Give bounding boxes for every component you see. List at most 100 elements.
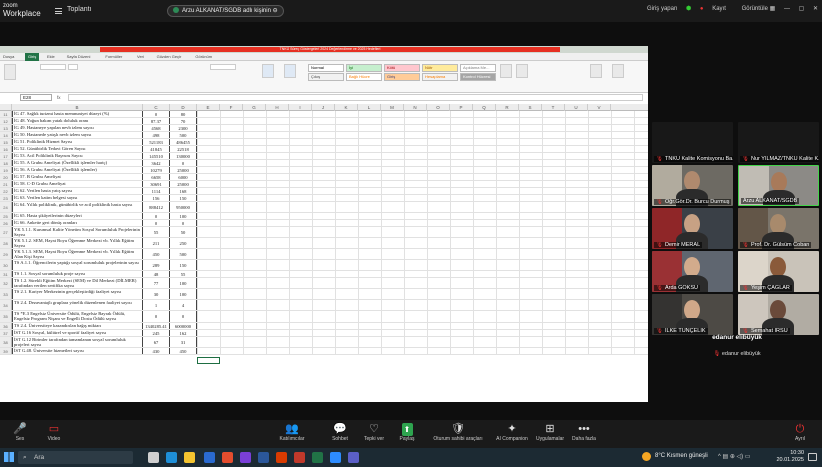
empty-cells[interactable] (197, 118, 648, 124)
screen-share-pill[interactable]: Arzu ALKANAT/SGDB adlı kişinin ⊖ (167, 5, 284, 17)
indicator-cell[interactable]: YK 5.1.2. SEM, Hayat Boyu Öğrenme Merkez… (12, 238, 143, 248)
font-size-select[interactable] (68, 64, 78, 70)
value-2024-cell[interactable]: 48 (143, 271, 170, 277)
control-ai-companion[interactable]: ✦ AI Companion (496, 423, 528, 442)
indicator-cell[interactable]: İG 48. Yoğun bakım yatak doluluk oranı (12, 118, 143, 124)
indicator-cell[interactable]: TS 2.1. Kariyer Merkezinin gerçekleştird… (12, 289, 143, 299)
empty-cells[interactable] (197, 238, 648, 248)
ribbon-tab[interactable]: Giriş (25, 53, 40, 61)
row-number[interactable]: 22 (0, 188, 12, 194)
value-2024-cell[interactable]: 498 (143, 132, 170, 138)
notification-icon[interactable] (808, 453, 817, 461)
cell-style-3[interactable]: Nötr (422, 64, 458, 72)
participant-tile[interactable]: 🎙 Öğr.Gör.Dr. Burcu Durmuş (652, 165, 733, 206)
cell-style-7[interactable]: Giriş (384, 73, 420, 81)
row-number[interactable]: 19 (0, 167, 12, 173)
indicator-cell[interactable]: İG 50. Hastanede yatışlı nevb izlem sayı… (12, 132, 143, 138)
edge-icon[interactable] (166, 452, 177, 463)
ribbon-tab[interactable]: Sayfa Düzeni (67, 54, 91, 59)
conditional-format-icon[interactable] (262, 64, 274, 78)
word-icon[interactable] (258, 452, 269, 463)
shield-icon[interactable]: ⬢ (686, 6, 691, 12)
row-number[interactable]: 28 (0, 238, 12, 248)
ribbon-tab[interactable]: Veri (137, 54, 144, 59)
row-number[interactable]: 32 (0, 278, 12, 288)
close-icon[interactable]: ✕ (813, 6, 818, 12)
control-katılımcılar[interactable]: 👥 Katılımcılar (276, 423, 308, 442)
empty-cells[interactable] (197, 195, 648, 201)
value-2024-cell[interactable]: 1114 (143, 188, 170, 194)
empty-cells[interactable] (197, 300, 648, 310)
column-header[interactable]: M (381, 104, 404, 111)
empty-cells[interactable] (197, 330, 648, 336)
empty-cells[interactable] (197, 181, 648, 187)
excel-icon[interactable] (312, 452, 323, 463)
control-uygulamalar[interactable]: ⊞ Uygulamalar (534, 423, 566, 442)
indicator-cell[interactable]: İG 62. Verilen hasta yatış sayısı (12, 188, 143, 194)
column-header[interactable]: K (335, 104, 358, 111)
empty-cells[interactable] (197, 188, 648, 194)
minimize-icon[interactable]: — (784, 6, 790, 12)
participant-tile[interactable]: 🎙 Semahat İRSU (738, 294, 819, 335)
record-button[interactable]: ● Kayıt (700, 6, 726, 12)
value-2024-cell[interactable]: 450 (143, 249, 170, 259)
row-number[interactable]: 30 (0, 260, 12, 270)
target-2025-cell[interactable]: 50 (170, 227, 197, 237)
value-2024-cell[interactable]: 10279 (143, 167, 170, 173)
column-header[interactable]: O (427, 104, 450, 111)
cell-style-5[interactable]: Çıkış (308, 73, 344, 81)
target-2025-cell[interactable]: 150 (170, 260, 197, 270)
indicator-cell[interactable]: İG 63. Verilen katim belgesi sayısı (12, 195, 143, 201)
row-number[interactable]: 35 (0, 311, 12, 322)
empty-cells[interactable] (197, 278, 648, 288)
row-number[interactable]: 15 (0, 139, 12, 145)
target-2025-cell[interactable]: 80 (170, 111, 197, 117)
empty-cells[interactable] (197, 289, 648, 299)
empty-cells[interactable] (197, 167, 648, 173)
participant-tile[interactable]: 🎙 TNKÜ Kalite Komisyonu Ba... (652, 122, 733, 163)
insert-cells-icon[interactable] (500, 64, 512, 78)
empty-cells[interactable] (197, 125, 648, 131)
row-number[interactable]: 38 (0, 337, 12, 347)
empty-cells[interactable] (197, 160, 648, 166)
column-header[interactable]: Q (473, 104, 496, 111)
ribbon-tab[interactable]: Dosya (3, 54, 14, 59)
value-2024-cell[interactable]: 211 (143, 238, 170, 248)
row-number[interactable]: 26 (0, 220, 12, 226)
target-2025-cell[interactable]: 450 (170, 348, 197, 354)
target-2025-cell[interactable]: 0 (170, 160, 197, 166)
target-2025-cell[interactable]: 25000 (170, 167, 197, 173)
alignment-group[interactable] (120, 64, 160, 78)
indicator-cell[interactable]: TS *E.3 Engelsiz Üniversite Ödülü, Engel… (12, 311, 143, 322)
empty-cells[interactable] (197, 260, 648, 270)
row-number[interactable]: 25 (0, 213, 12, 219)
indicator-cell[interactable]: TS 2.4. Üniversiteye kazandırılan bağış … (12, 323, 143, 329)
cell-style-0[interactable]: Normal (308, 64, 344, 72)
indicator-cell[interactable]: TS A.1.1. Öğrencilerin yaptığı sosyal so… (12, 260, 143, 270)
empty-cells[interactable] (197, 227, 648, 237)
chrome-icon[interactable] (222, 452, 233, 463)
view-button[interactable]: Görüntüle ▦ (735, 6, 776, 12)
cell-style-8[interactable]: Hesaplama (422, 73, 458, 81)
ribbon-tab[interactable]: Görünüm (195, 54, 212, 59)
empty-cells[interactable] (197, 111, 648, 117)
font-name-select[interactable] (40, 64, 66, 70)
target-2025-cell[interactable]: 100 (170, 213, 197, 219)
target-2025-cell[interactable]: 55 (170, 271, 197, 277)
target-2025-cell[interactable]: 70 (170, 118, 197, 124)
row-number[interactable]: 34 (0, 300, 12, 310)
cell-style-1[interactable]: İyi (346, 64, 382, 72)
value-2024-cell[interactable]: 67 (143, 337, 170, 347)
row-number[interactable]: 21 (0, 181, 12, 187)
participant-tile[interactable]: 🎙 Demir MERAL (652, 208, 733, 249)
column-header[interactable]: R (496, 104, 519, 111)
empty-cells[interactable] (197, 323, 648, 329)
row-number[interactable]: 18 (0, 160, 12, 166)
ribbon-tab[interactable]: Formüller (105, 54, 122, 59)
target-2025-cell[interactable]: 25000 (170, 181, 197, 187)
row-number[interactable]: 17 (0, 153, 12, 159)
indicator-cell[interactable]: İG 55. A Grubu Ameliyat (Özellikli işlem… (12, 160, 143, 166)
empty-cells[interactable] (197, 132, 648, 138)
participant-tile[interactable]: 🎙 Nur YILMAZ/TNKÜ Kalite K... (738, 122, 819, 163)
value-2024-cell[interactable]: 0 (143, 311, 170, 322)
